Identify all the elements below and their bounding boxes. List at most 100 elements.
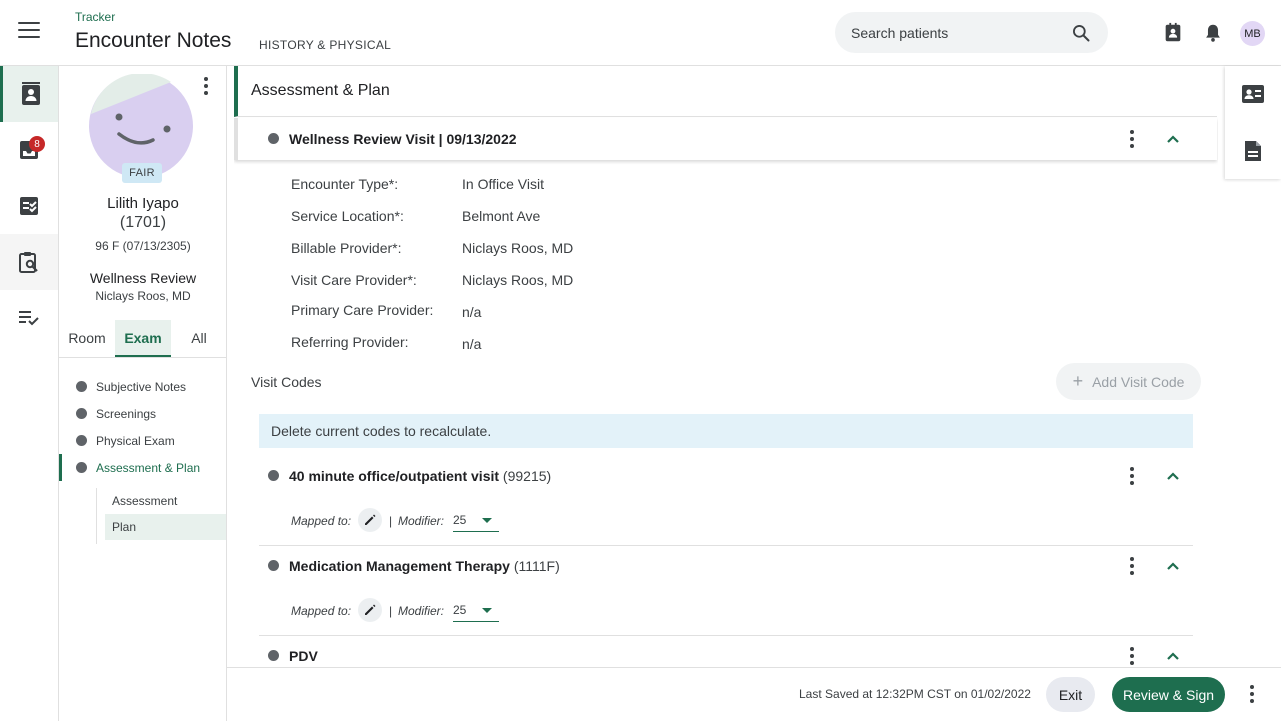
document-icon[interactable] xyxy=(1244,140,1262,162)
pencil-icon xyxy=(365,514,376,525)
nav-item-label: Screenings xyxy=(96,406,157,421)
code-title[interactable]: 40 minute office/outpatient visit (99215… xyxy=(289,468,551,484)
nav-item-assessment-plan[interactable]: Assessment & Plan xyxy=(59,454,227,481)
caret-down-icon xyxy=(482,518,492,523)
status-dot xyxy=(268,650,279,661)
section-header: Assessment & Plan xyxy=(234,66,1217,117)
status-badge: FAIR xyxy=(122,163,162,183)
tab-room[interactable]: Room xyxy=(59,320,115,357)
checklist-icon xyxy=(19,311,39,326)
detail-value: Belmont Ave xyxy=(462,208,541,224)
nav-item-screenings[interactable]: Screenings xyxy=(59,400,227,427)
nav-item-label: Physical Exam xyxy=(96,433,175,448)
breadcrumb[interactable]: Tracker xyxy=(75,10,115,24)
search-bar xyxy=(835,12,1108,53)
rail-item-patients[interactable] xyxy=(0,66,58,122)
detail-value: Niclays Roos, MD xyxy=(462,272,574,288)
search-icon[interactable] xyxy=(1071,23,1091,43)
code-more-icon[interactable] xyxy=(1122,646,1142,666)
nav-item-label: Assessment & Plan xyxy=(96,460,201,475)
detail-value: n/a xyxy=(462,336,482,352)
clipboard-search-icon xyxy=(19,252,38,273)
search-input[interactable] xyxy=(851,12,1051,53)
patient-tabs: Room Exam All xyxy=(59,320,227,358)
footer-more-icon[interactable] xyxy=(1242,684,1262,704)
user-avatar[interactable]: MB xyxy=(1240,21,1265,46)
add-visit-code-button[interactable]: + Add Visit Code xyxy=(1056,363,1201,400)
visit-more-icon[interactable] xyxy=(1122,129,1142,149)
visit-codes-heading: Visit Codes xyxy=(251,374,322,390)
separator: | xyxy=(389,604,393,618)
tab-exam[interactable]: Exam xyxy=(115,320,171,357)
page-subtitle: HISTORY & PHYSICAL xyxy=(259,38,392,52)
nav-item-label: Subjective Notes xyxy=(96,379,187,394)
edit-mapping-button[interactable] xyxy=(358,508,382,532)
id-card-icon[interactable] xyxy=(1241,84,1265,104)
code-name: Medication Management Therapy xyxy=(289,558,510,574)
top-bar: Tracker Encounter Notes HISTORY & PHYSIC… xyxy=(0,0,1281,66)
right-rail xyxy=(1225,66,1281,179)
rail-item-inbox[interactable]: 8 xyxy=(0,122,58,178)
visit-provider: Niclays Roos, MD xyxy=(95,289,191,303)
divider xyxy=(259,545,1193,546)
modifier-select[interactable]: 25 xyxy=(453,600,499,622)
detail-value: Niclays Roos, MD xyxy=(462,240,574,256)
info-banner: Delete current codes to recalculate. xyxy=(259,414,1193,448)
add-visit-code-label: Add Visit Code xyxy=(1092,373,1185,390)
pencil-icon xyxy=(365,604,376,615)
exit-button[interactable]: Exit xyxy=(1046,677,1095,712)
detail-label: Encounter Type*: xyxy=(291,176,399,192)
code-name: 40 minute office/outpatient visit xyxy=(289,468,500,484)
mapped-to-label: Mapped to: xyxy=(291,514,352,528)
left-rail: 8 xyxy=(0,66,59,721)
subnav-line xyxy=(96,488,97,544)
status-dot xyxy=(76,381,87,392)
chevron-up-icon[interactable] xyxy=(1166,651,1180,661)
detail-value: In Office Visit xyxy=(462,176,544,192)
patient-panel: FAIR Lilith Iyapo (1701) 96 F (07/13/230… xyxy=(59,66,227,721)
chevron-up-icon[interactable] xyxy=(1166,471,1180,481)
review-sign-button[interactable]: Review & Sign xyxy=(1112,677,1225,712)
patient-more-icon[interactable] xyxy=(196,76,216,96)
page-title: Encounter Notes xyxy=(75,29,232,52)
rail-item-checklist[interactable] xyxy=(0,290,58,346)
subnav-item-assessment[interactable]: Assessment xyxy=(105,488,226,514)
nav-item-physical-exam[interactable]: Physical Exam xyxy=(59,427,227,454)
inbox-badge: 8 xyxy=(29,136,45,152)
code-title[interactable]: PDV xyxy=(289,648,318,664)
detail-label: Primary Care Provider: xyxy=(291,302,434,318)
edit-mapping-button[interactable] xyxy=(358,598,382,622)
detail-label: Visit Care Provider*: xyxy=(291,272,417,288)
code-more-icon[interactable] xyxy=(1122,466,1142,486)
status-dot xyxy=(268,560,279,571)
mapped-to-label: Mapped to: xyxy=(291,604,352,618)
visit-row[interactable]: Wellness Review Visit | 09/13/2022 xyxy=(234,118,1217,160)
separator: | xyxy=(389,514,393,528)
caret-down-icon xyxy=(482,608,492,613)
status-dot xyxy=(76,435,87,446)
detail-label: Referring Provider: xyxy=(291,334,409,350)
modifier-label: Modifier: xyxy=(398,514,445,528)
section-title: Assessment & Plan xyxy=(251,82,390,99)
menu-icon[interactable] xyxy=(18,22,40,44)
bell-icon[interactable] xyxy=(1202,22,1224,44)
rail-item-tasks[interactable] xyxy=(0,178,58,234)
tasks-icon xyxy=(20,197,38,215)
contact-book-icon[interactable] xyxy=(1162,22,1184,44)
nav-item-subjective-notes[interactable]: Subjective Notes xyxy=(59,373,227,400)
last-saved-text: Last Saved at 12:32PM CST on 01/02/2022 xyxy=(799,687,1031,701)
chevron-up-icon[interactable] xyxy=(1166,134,1180,144)
detail-label: Billable Provider*: xyxy=(291,240,402,256)
patient-name: Lilith Iyapo xyxy=(107,195,179,212)
modifier-select[interactable]: 25 xyxy=(453,510,499,532)
footer-bar: Last Saved at 12:32PM CST on 01/02/2022 … xyxy=(227,667,1281,721)
code-number: (99215) xyxy=(502,468,552,484)
chevron-up-icon[interactable] xyxy=(1166,561,1180,571)
status-dot xyxy=(76,408,87,419)
subnav-item-plan[interactable]: Plan xyxy=(105,514,226,540)
visit-title: Wellness Review Visit | 09/13/2022 xyxy=(289,131,517,147)
code-title[interactable]: Medication Management Therapy (1111F) xyxy=(289,558,560,574)
rail-item-clipboard[interactable] xyxy=(0,234,58,290)
code-more-icon[interactable] xyxy=(1122,556,1142,576)
tab-all[interactable]: All xyxy=(171,320,227,357)
